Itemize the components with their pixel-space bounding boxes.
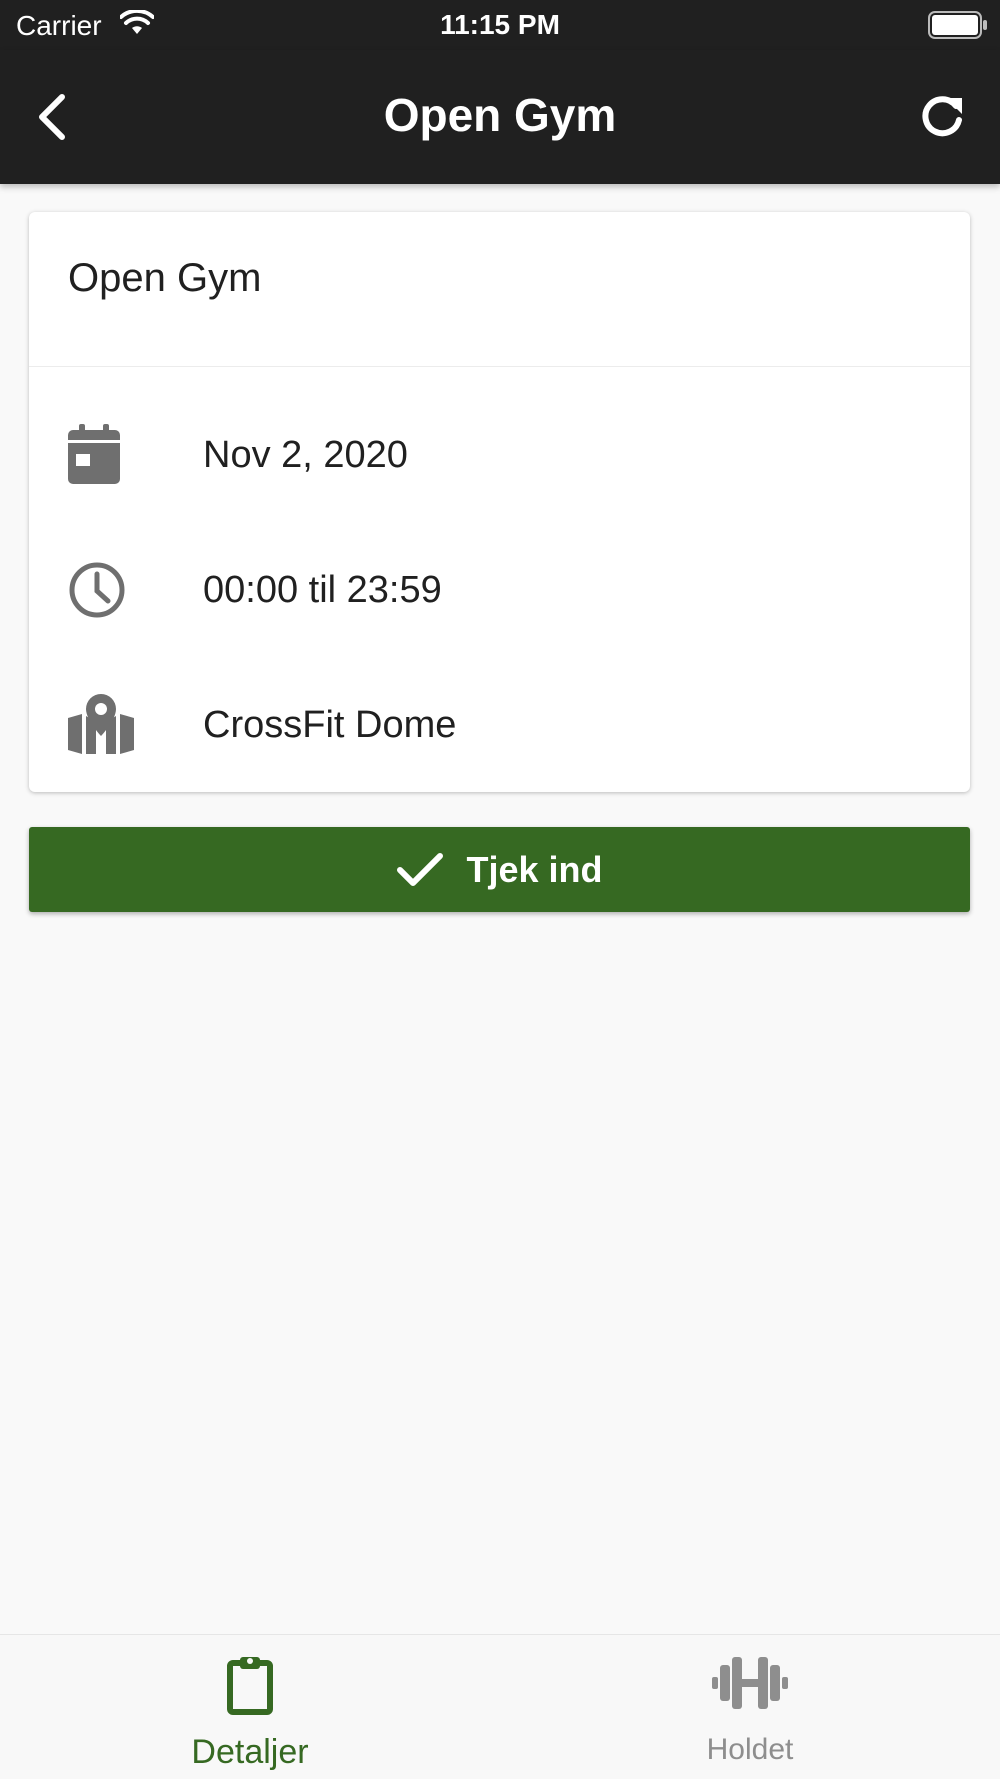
battery-icon (928, 11, 988, 44)
status-time: 11:15 PM (440, 9, 560, 40)
tab-label: Holdet (706, 1733, 794, 1766)
calendar-icon (68, 424, 120, 489)
nav-bar: Open Gym (0, 50, 1000, 184)
tab-detaljer[interactable]: Detaljer (0, 1635, 500, 1779)
tab-bar: Detaljer Holdet (0, 1634, 1000, 1779)
status-bar: Carrier 11:15 PM (0, 0, 1000, 50)
check-icon (396, 850, 444, 890)
dumbbell-icon (500, 1655, 1000, 1716)
event-title: Open Gym (68, 256, 262, 300)
event-details-card: Open Gym Nov 2, 2020 00:00 til 23:59 Cro… (29, 212, 970, 792)
divider (29, 366, 970, 367)
map-icon (68, 694, 134, 759)
event-time: 00:00 til 23:59 (203, 569, 442, 611)
event-date: Nov 2, 2020 (203, 434, 408, 476)
clipboard-icon (0, 1655, 500, 1720)
check-in-button[interactable]: Tjek ind (29, 827, 970, 912)
check-in-label: Tjek ind (466, 848, 603, 890)
tab-label: Detaljer (191, 1733, 309, 1771)
page-title: Open Gym (383, 89, 617, 141)
refresh-icon[interactable] (916, 90, 968, 142)
clock-icon (68, 561, 126, 624)
event-location: CrossFit Dome (203, 704, 457, 746)
tab-holdet[interactable]: Holdet (500, 1635, 1000, 1779)
